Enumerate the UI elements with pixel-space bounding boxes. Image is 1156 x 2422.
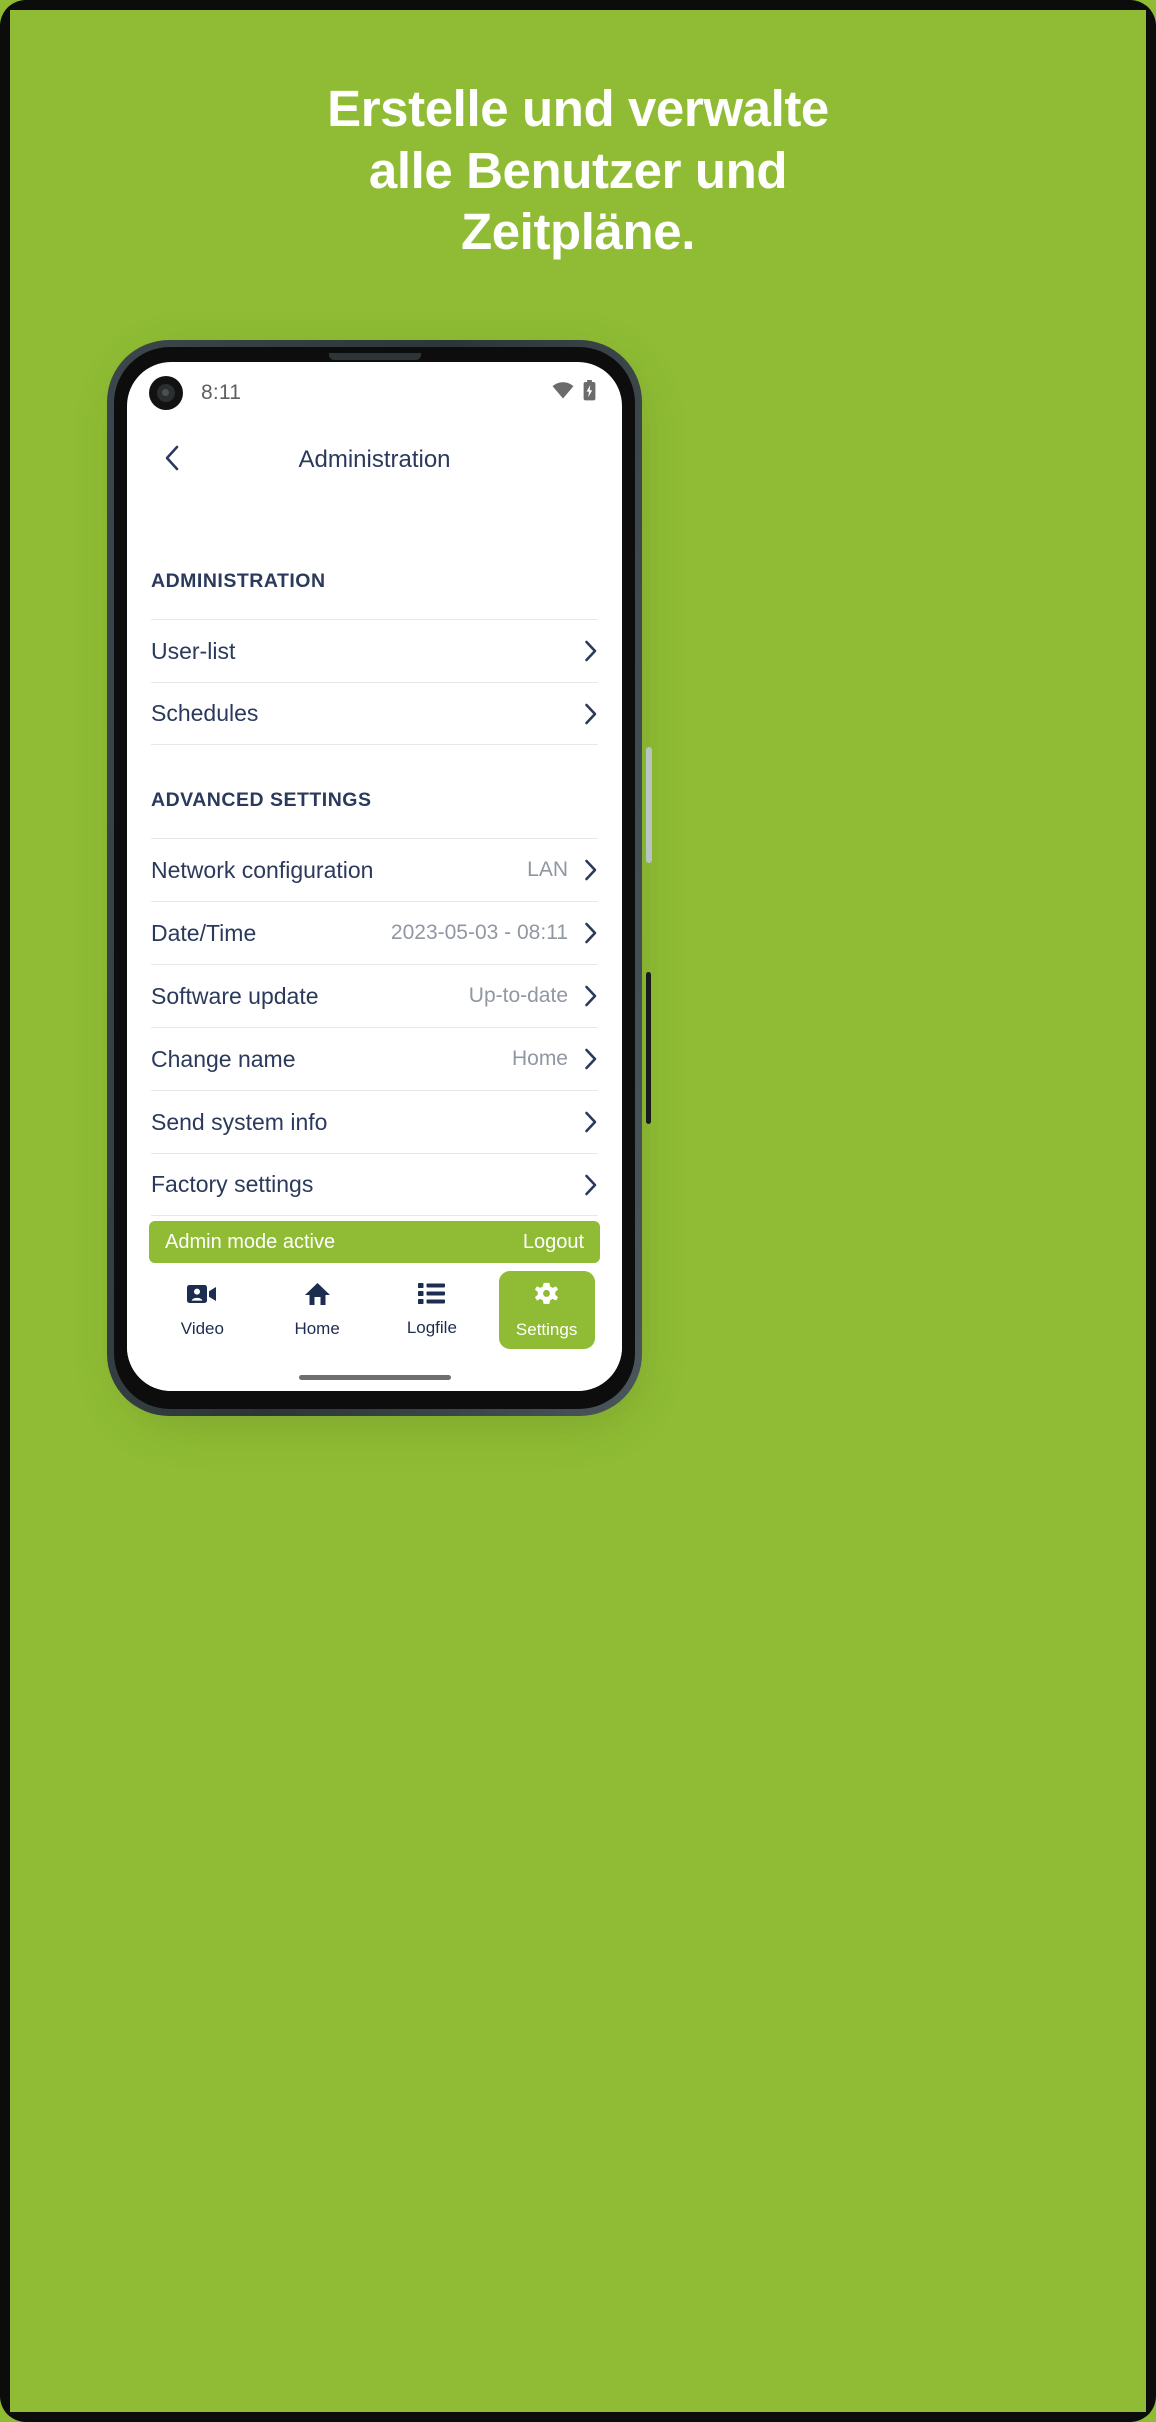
list-item-network-configuration[interactable]: Network configuration LAN xyxy=(151,838,598,901)
section-header-administration: ADMINISTRATION xyxy=(151,570,326,592)
list-item-label: Network configuration xyxy=(151,856,374,883)
poster-background: Erstelle und verwalte alle Benutzer und … xyxy=(0,0,1156,2422)
tab-video[interactable]: Video xyxy=(154,1271,250,1349)
list-item-send-system-info[interactable]: Send system info xyxy=(151,1090,598,1153)
poster-edge-top xyxy=(0,0,1156,10)
home-icon xyxy=(304,1282,331,1311)
headline-line-2: alle Benutzer und xyxy=(368,141,788,199)
list-icon xyxy=(418,1282,446,1310)
list-item-value: 2023-05-03 - 08:11 xyxy=(390,921,568,944)
chevron-right-icon xyxy=(584,1048,598,1070)
logout-button[interactable]: Logout xyxy=(523,1231,584,1254)
list-item-label: Factory settings xyxy=(151,1171,314,1197)
chevron-right-icon xyxy=(584,1174,598,1196)
gear-icon xyxy=(533,1280,560,1312)
poster-edge-right xyxy=(1146,0,1156,2422)
chevron-right-icon xyxy=(584,703,598,725)
list-item-label: Send system info xyxy=(151,1108,328,1135)
headline-line-3: Zeitpläne. xyxy=(460,203,696,261)
video-camera-person-icon xyxy=(187,1282,217,1311)
list-item-label: Date/Time xyxy=(151,919,257,946)
tab-label: Logfile xyxy=(406,1318,457,1337)
chevron-right-icon xyxy=(584,922,598,944)
list-item-value: LAN xyxy=(527,858,568,881)
tab-home[interactable]: Home xyxy=(269,1271,365,1349)
chevron-right-icon xyxy=(584,640,598,662)
tab-logfile[interactable]: Logfile xyxy=(384,1271,480,1349)
list-item-user-list[interactable]: User-list xyxy=(151,619,598,682)
home-indicator[interactable] xyxy=(127,1363,622,1391)
admin-mode-banner: Admin mode active Logout xyxy=(149,1221,600,1263)
list-item-value: Up-to-date xyxy=(468,984,568,1007)
list-item-label: Schedules xyxy=(151,700,259,726)
chevron-right-icon xyxy=(584,1111,598,1133)
headline-line-1: Erstelle und verwalte xyxy=(327,80,829,137)
phone-volume-button[interactable] xyxy=(646,972,651,1124)
status-time: 8:11 xyxy=(201,381,242,404)
bottom-tab-bar: Video Home Logfile Settings xyxy=(127,1263,622,1363)
status-icons xyxy=(552,380,596,406)
poster-edge-bottom xyxy=(0,2412,1156,2422)
list-item-label: User-list xyxy=(151,637,236,664)
phone-speaker-slot xyxy=(328,353,421,360)
tab-label: Video xyxy=(180,1318,224,1338)
battery-charging-icon xyxy=(583,380,596,406)
nav-header: Administration xyxy=(127,424,622,496)
list-item-software-update[interactable]: Software update Up-to-date xyxy=(151,964,598,1027)
poster-edge-left xyxy=(0,0,10,2422)
page-title: Erstelle und verwalte alle Benutzer und … xyxy=(0,78,1156,263)
list-item-factory-settings[interactable]: Factory settings xyxy=(151,1153,598,1216)
chevron-right-icon xyxy=(584,985,598,1007)
chevron-right-icon xyxy=(584,859,598,881)
status-bar: 8:11 xyxy=(127,362,622,424)
tab-label: Settings xyxy=(515,1320,578,1339)
advanced-settings-list: Network configuration LAN Date/Time 2023… xyxy=(129,838,620,1216)
nav-title: Administration xyxy=(298,446,451,473)
admin-mode-status-text: Admin mode active xyxy=(165,1230,336,1253)
settings-content: ADMINISTRATION User-list Schedules ADVAN… xyxy=(127,496,622,1221)
chevron-left-icon xyxy=(164,445,180,476)
front-camera-icon xyxy=(149,376,183,410)
list-item-value: Home xyxy=(511,1047,568,1070)
tab-settings[interactable]: Settings xyxy=(498,1271,595,1349)
section-header-advanced-settings: ADVANCED SETTINGS xyxy=(151,789,372,811)
wifi-icon xyxy=(552,382,574,404)
phone-screen: 8:11 Administration ADMINISTRATION User-… xyxy=(127,362,622,1391)
back-button[interactable] xyxy=(155,443,189,477)
tab-label: Home xyxy=(294,1318,340,1338)
phone-power-button[interactable] xyxy=(646,747,652,863)
list-item-label: Software update xyxy=(151,982,319,1009)
list-item-label: Change name xyxy=(151,1045,296,1072)
list-item-date-time[interactable]: Date/Time 2023-05-03 - 08:11 xyxy=(151,901,598,964)
list-item-schedules[interactable]: Schedules xyxy=(151,682,598,745)
administration-list: User-list Schedules xyxy=(129,619,620,745)
phone-mockup: 8:11 Administration ADMINISTRATION User-… xyxy=(107,340,652,1416)
phone-bezel: 8:11 Administration ADMINISTRATION User-… xyxy=(114,347,635,1409)
list-item-change-name[interactable]: Change name Home xyxy=(151,1027,598,1090)
